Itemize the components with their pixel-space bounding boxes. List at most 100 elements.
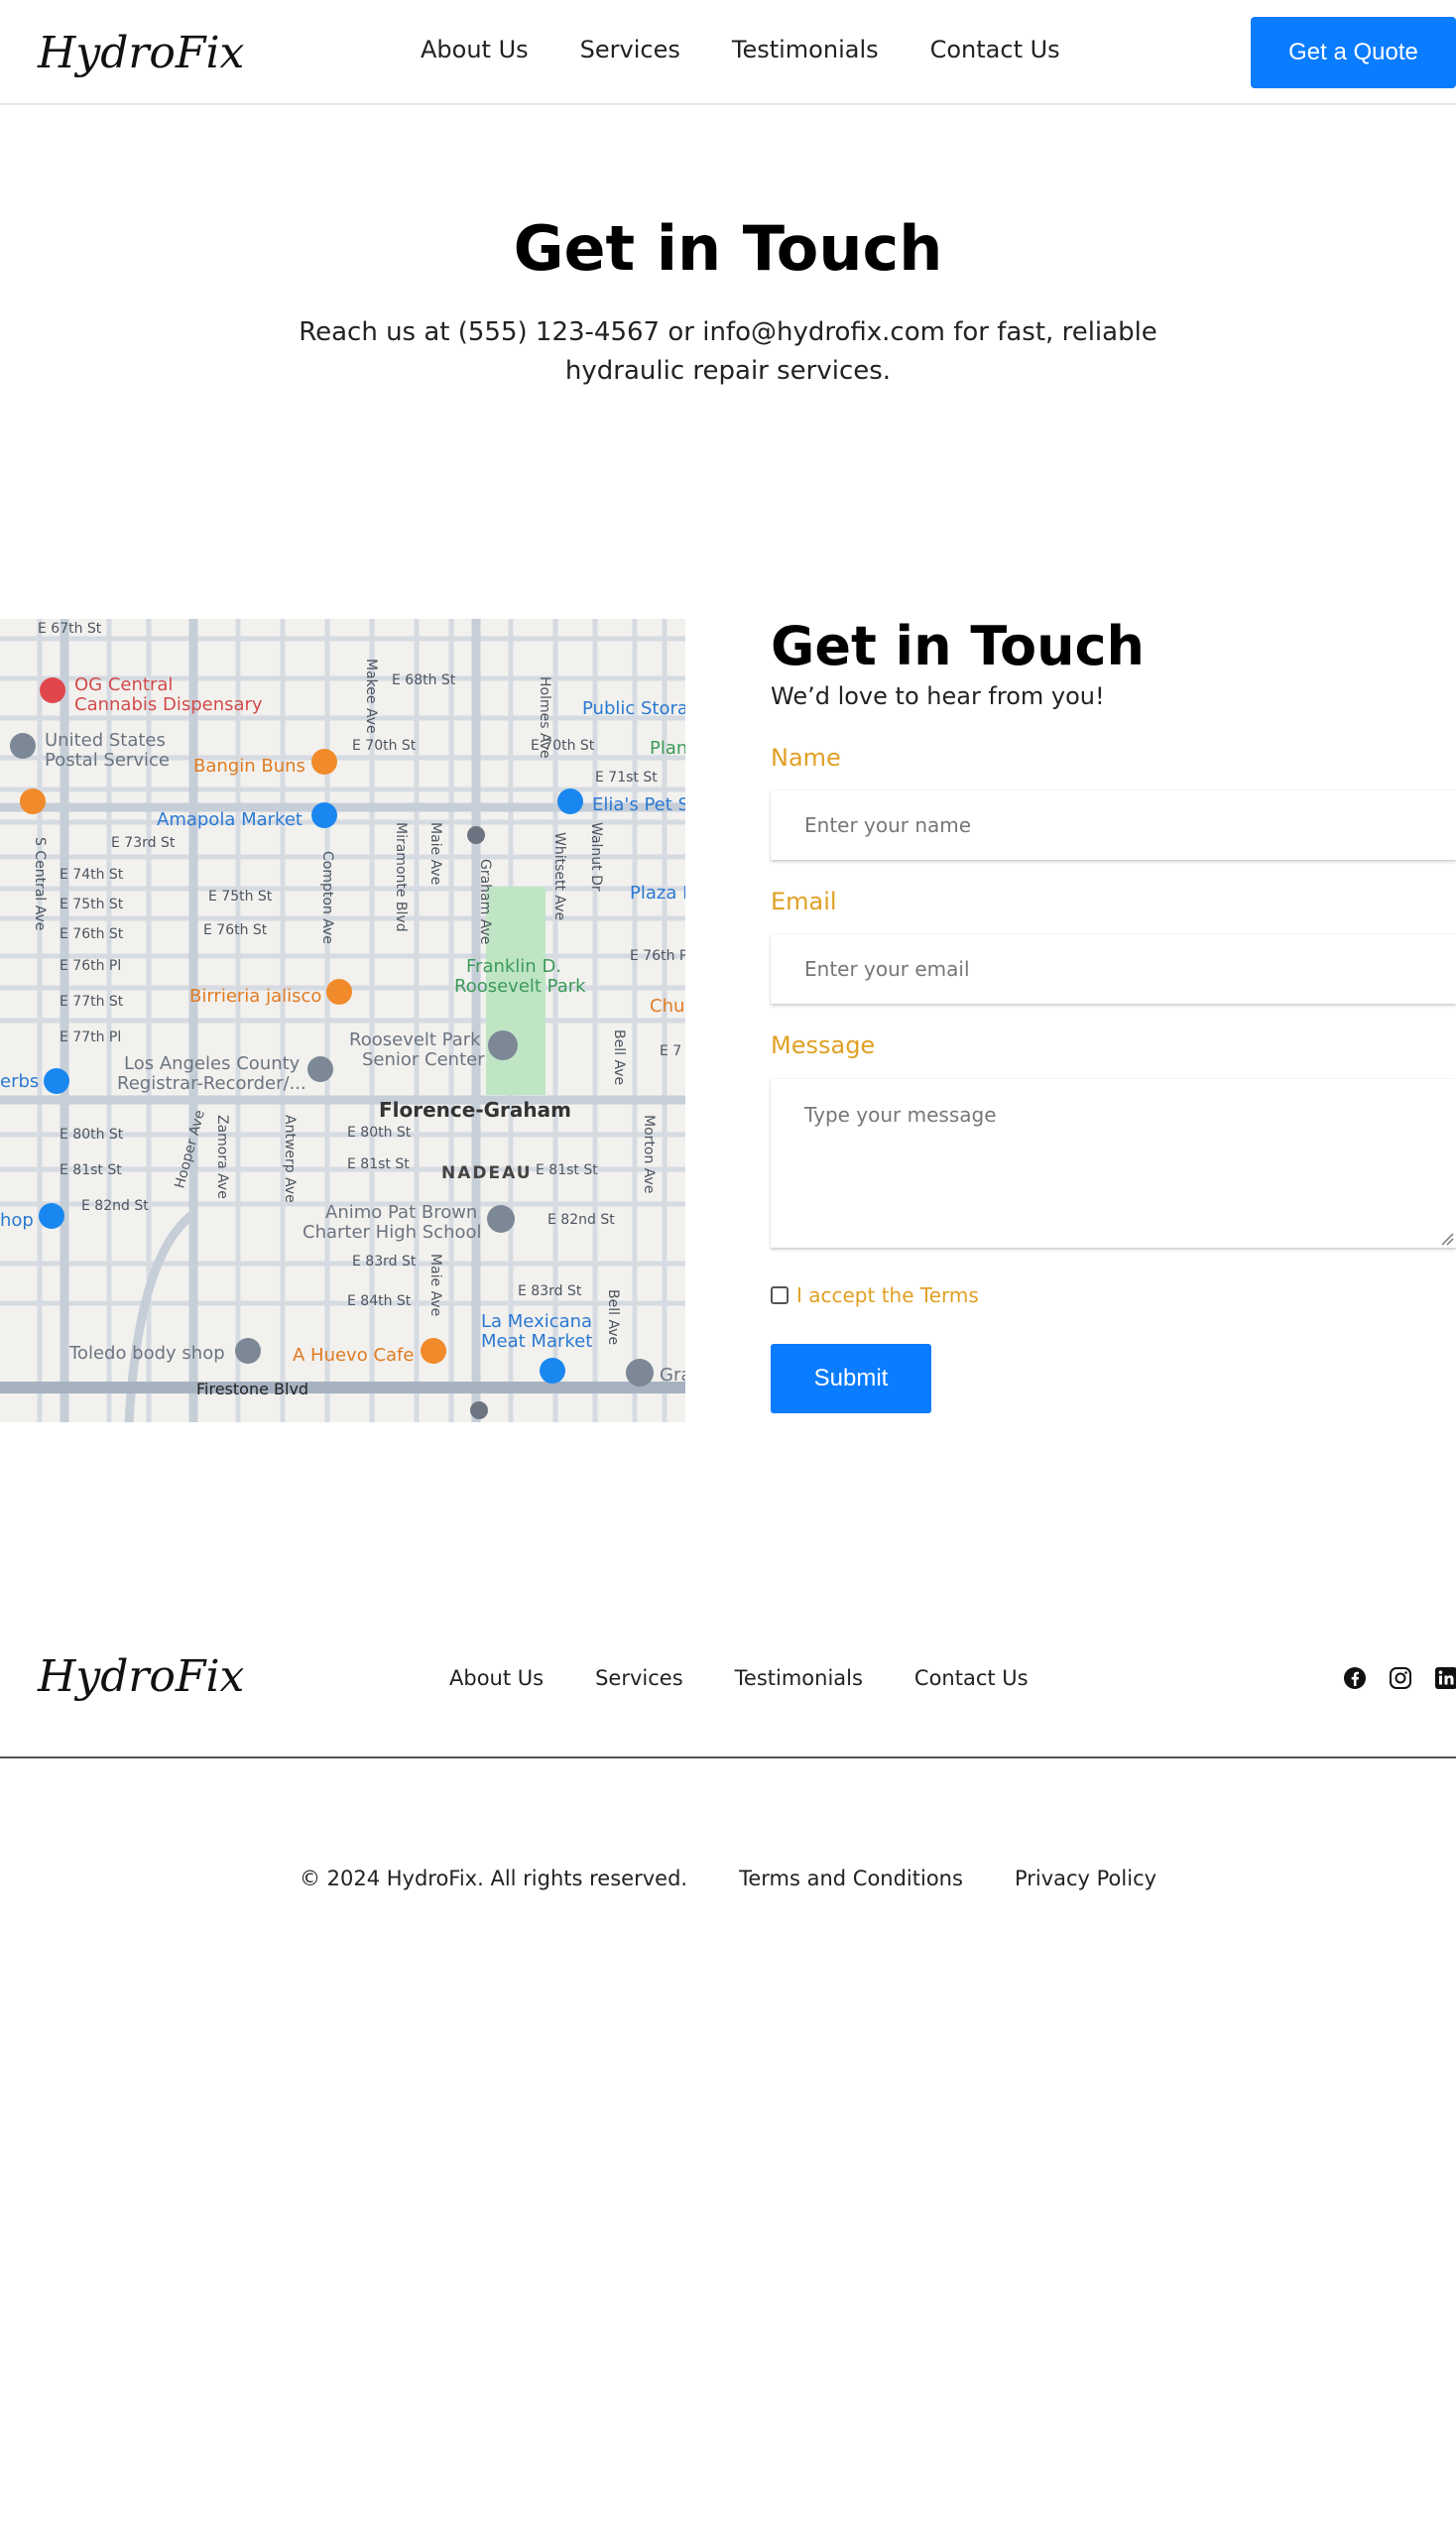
- svg-text:NADEAU: NADEAU: [441, 1163, 533, 1183]
- linkedin-icon[interactable]: [1434, 1666, 1456, 1690]
- embedded-map[interactable]: E 67th St E 68th St E 70th St E 70th St …: [0, 619, 685, 1422]
- form-subtitle: We’d love to hear from you!: [771, 682, 1105, 710]
- svg-text:E 80th St: E 80th St: [60, 1127, 124, 1143]
- svg-text:Holmes Ave: Holmes Ave: [537, 676, 552, 759]
- get-a-quote-button[interactable]: Get a Quote: [1251, 17, 1456, 88]
- terms-and-conditions-link[interactable]: Terms and Conditions: [739, 1867, 963, 1890]
- terms-label[interactable]: I accept the Terms: [796, 1283, 979, 1307]
- nav-services[interactable]: Services: [580, 36, 680, 63]
- svg-text:E 81st St: E 81st St: [347, 1156, 410, 1172]
- svg-text:Cannabis Dispensary: Cannabis Dispensary: [74, 694, 263, 715]
- svg-text:E 80th St: E 80th St: [347, 1125, 412, 1141]
- svg-text:E 67th St: E 67th St: [38, 621, 102, 637]
- svg-text:Antwerp Ave: Antwerp Ave: [282, 1115, 298, 1203]
- svg-text:E 76th Pl: E 76th Pl: [60, 958, 121, 974]
- instagram-icon[interactable]: [1389, 1666, 1412, 1690]
- svg-text:E 76th P: E 76th P: [630, 948, 685, 964]
- email-label: Email: [771, 888, 837, 915]
- svg-text:E 75th St: E 75th St: [208, 889, 273, 905]
- svg-text:E 83rd St: E 83rd St: [518, 1283, 582, 1299]
- svg-text:Chu: Chu: [650, 996, 684, 1017]
- svg-text:Bell Ave: Bell Ave: [611, 1029, 627, 1085]
- svg-text:Bell Ave: Bell Ave: [605, 1289, 621, 1345]
- svg-text:E 82nd St: E 82nd St: [81, 1198, 149, 1214]
- svg-text:Miramonte Blvd: Miramonte Blvd: [393, 822, 409, 932]
- svg-text:E 74th St: E 74th St: [60, 867, 124, 883]
- svg-text:Registrar-Recorder/...: Registrar-Recorder/...: [117, 1073, 306, 1094]
- svg-text:E 70th St: E 70th St: [352, 738, 417, 754]
- svg-text:Charter High School: Charter High School: [303, 1222, 482, 1243]
- svg-text:erbs: erbs: [0, 1071, 39, 1092]
- name-label: Name: [771, 744, 841, 772]
- svg-text:OG Central: OG Central: [74, 674, 173, 695]
- facebook-icon[interactable]: [1343, 1666, 1367, 1690]
- svg-text:Franklin D.: Franklin D.: [466, 956, 561, 977]
- svg-text:Elia's Pet S: Elia's Pet S: [592, 794, 685, 815]
- svg-text:Bangin Buns: Bangin Buns: [193, 756, 305, 777]
- footer-bottom: © 2024 HydroFix. All rights reserved. Te…: [0, 1867, 1456, 1890]
- message-label: Message: [771, 1031, 876, 1059]
- svg-text:E 68th St: E 68th St: [392, 672, 456, 688]
- svg-text:E 71st St: E 71st St: [595, 770, 658, 786]
- svg-text:Birrieria jalisco: Birrieria jalisco: [189, 986, 321, 1007]
- social-links: [1343, 1666, 1456, 1690]
- svg-text:Maie Ave: Maie Ave: [427, 822, 443, 885]
- svg-text:Plan: Plan: [650, 738, 685, 759]
- svg-text:Compton Ave: Compton Ave: [319, 851, 335, 944]
- message-field[interactable]: Type your message: [771, 1079, 1456, 1248]
- privacy-policy-link[interactable]: Privacy Policy: [1015, 1867, 1156, 1890]
- svg-text:Roosevelt Park: Roosevelt Park: [454, 976, 586, 997]
- terms-checkbox[interactable]: [771, 1286, 789, 1304]
- svg-text:Gra: Gra: [660, 1365, 685, 1386]
- svg-text:Los Angeles County: Los Angeles County: [124, 1053, 301, 1074]
- resize-handle-icon[interactable]: [1440, 1232, 1454, 1246]
- svg-text:Makee Ave: Makee Ave: [363, 659, 379, 734]
- footer-logo[interactable]: HydroFix: [38, 1651, 244, 1702]
- svg-text:Toledo body shop: Toledo body shop: [68, 1343, 225, 1364]
- svg-text:Florence-Graham: Florence-Graham: [379, 1098, 571, 1122]
- svg-text:A Huevo Cafe: A Huevo Cafe: [293, 1345, 414, 1366]
- svg-text:E 76th St: E 76th St: [203, 922, 268, 938]
- svg-text:E 84th St: E 84th St: [347, 1293, 412, 1309]
- submit-button[interactable]: Submit: [771, 1344, 931, 1413]
- nav-about-us[interactable]: About Us: [421, 36, 529, 63]
- svg-text:Plaza I: Plaza I: [630, 883, 685, 904]
- hero-subtitle: Reach us at (555) 123-4567 or info@hydro…: [299, 317, 1157, 386]
- svg-text:Postal Service: Postal Service: [45, 750, 170, 771]
- name-field[interactable]: Enter your name: [771, 790, 1456, 860]
- header-logo[interactable]: HydroFix: [38, 28, 244, 78]
- svg-text:Roosevelt Park: Roosevelt Park: [349, 1029, 481, 1050]
- svg-text:Maie Ave: Maie Ave: [427, 1254, 443, 1316]
- svg-text:United States: United States: [45, 730, 166, 751]
- svg-text:Animo Pat Brown: Animo Pat Brown: [325, 1202, 477, 1223]
- svg-text:E 73rd St: E 73rd St: [111, 835, 176, 851]
- svg-text:La Mexicana: La Mexicana: [481, 1311, 592, 1332]
- svg-text:E 77th Pl: E 77th Pl: [60, 1029, 121, 1045]
- svg-text:Graham Ave: Graham Ave: [477, 859, 493, 944]
- svg-text:hop: hop: [0, 1210, 34, 1231]
- form-title: Get in Touch: [771, 615, 1145, 677]
- svg-text:E 82nd St: E 82nd St: [547, 1212, 615, 1228]
- svg-text:Zamora Ave: Zamora Ave: [214, 1115, 230, 1199]
- terms-row: I accept the Terms: [771, 1283, 979, 1307]
- svg-text:E 81st St: E 81st St: [536, 1162, 598, 1178]
- nav-testimonials[interactable]: Testimonials: [732, 36, 879, 63]
- svg-text:E 7: E 7: [660, 1043, 681, 1059]
- message-placeholder: Type your message: [804, 1103, 997, 1127]
- copyright-text: © 2024 HydroFix. All rights reserved.: [299, 1867, 688, 1890]
- footer-nav-contact-us[interactable]: Contact Us: [914, 1666, 1029, 1690]
- site-header: HydroFix About Us Services Testimonials …: [0, 0, 1456, 105]
- hero-title: Get in Touch: [513, 212, 943, 285]
- footer-nav-services[interactable]: Services: [595, 1666, 683, 1690]
- svg-text:Senior Center: Senior Center: [362, 1049, 485, 1070]
- header-nav: About Us Services Testimonials Contact U…: [421, 36, 1112, 63]
- footer-nav-about-us[interactable]: About Us: [449, 1666, 544, 1690]
- footer-divider: [0, 1756, 1456, 1758]
- nav-contact-us[interactable]: Contact Us: [930, 36, 1060, 63]
- svg-text:Morton Ave: Morton Ave: [641, 1115, 657, 1193]
- footer-nav-testimonials[interactable]: Testimonials: [735, 1666, 863, 1690]
- svg-text:E 77th St: E 77th St: [60, 994, 124, 1010]
- email-field[interactable]: Enter your email: [771, 934, 1456, 1004]
- svg-text:Whitsett Ave: Whitsett Ave: [551, 832, 567, 920]
- svg-text:E 83rd St: E 83rd St: [352, 1254, 417, 1270]
